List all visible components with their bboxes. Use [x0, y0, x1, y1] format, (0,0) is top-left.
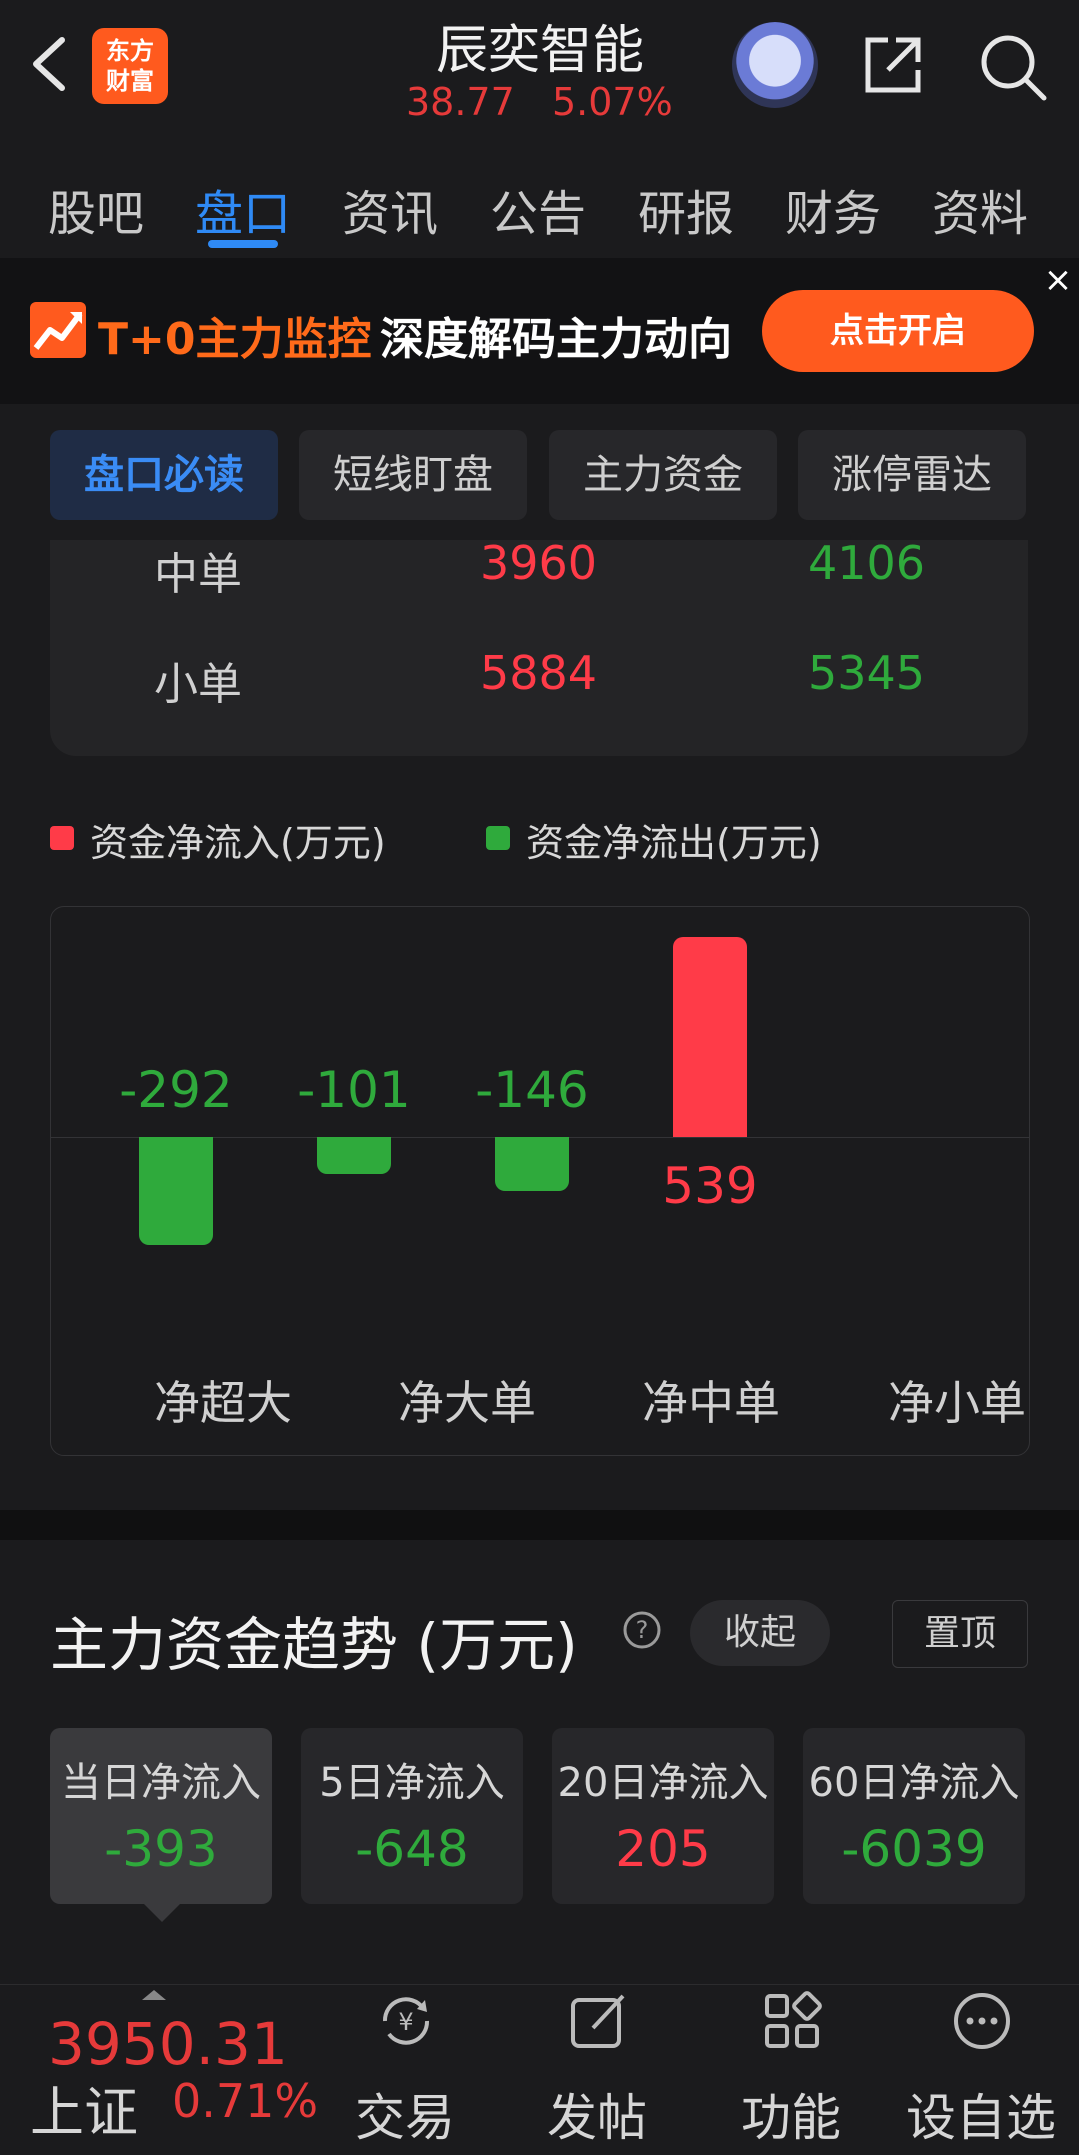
main-tabs: 股吧 盘口 资讯 公告 研报 财务 资料	[0, 140, 1079, 259]
nav-label: 交易	[355, 2089, 455, 2147]
collapse-button[interactable]: 收起	[690, 1600, 830, 1666]
nav-label: 发帖	[547, 2089, 647, 2147]
row-inflow: 5884	[480, 646, 598, 700]
share-icon[interactable]	[858, 30, 928, 100]
expand-caret-icon[interactable]	[142, 1990, 166, 2000]
bar-value-label: -101	[297, 1061, 411, 1119]
category-label: 净大单	[398, 1376, 536, 1430]
row-label: 小单	[154, 659, 242, 710]
flow-value: 205	[615, 1820, 711, 1878]
flow-label: 当日净流入	[61, 1760, 261, 1806]
flow-label: 60日净流入	[808, 1760, 1020, 1806]
bar-0	[139, 1137, 213, 1246]
svg-text:?: ?	[636, 1616, 649, 1644]
flow-card-5day[interactable]: 5日净流入 -648	[301, 1728, 523, 1904]
segment-must-read[interactable]: 盘口必读	[50, 430, 278, 520]
tab-research[interactable]: 研报	[638, 174, 734, 244]
bar-2	[495, 1137, 569, 1192]
nav-add-watchlist[interactable]: 设自选	[901, 1990, 1061, 2150]
legend-outflow-swatch	[486, 826, 510, 850]
tab-pankou[interactable]: 盘口	[195, 174, 291, 244]
row-label: 中单	[154, 549, 242, 600]
svg-text:¥: ¥	[398, 2008, 413, 2036]
segment-limit-radar[interactable]: 涨停雷达	[798, 430, 1026, 520]
row-inflow: 3960	[480, 536, 598, 590]
bar-1	[317, 1137, 391, 1175]
flow-value: -393	[104, 1820, 218, 1878]
category-label: 净小单	[888, 1376, 1026, 1430]
active-tab-indicator	[208, 240, 278, 248]
flow-label: 20日净流入	[557, 1760, 769, 1806]
stock-name: 辰奕智能	[435, 21, 644, 81]
flow-card-60day[interactable]: 60日净流入 -6039	[803, 1728, 1025, 1904]
tab-profile[interactable]: 资料	[932, 174, 1028, 244]
flow-card-20day[interactable]: 20日净流入 205	[552, 1728, 774, 1904]
order-table-card: 中单 3960 4106 小单 5884 5345	[50, 536, 1028, 756]
grid-apps-icon	[761, 1990, 823, 2052]
section-title: 主力资金趋势 (万元)	[50, 1611, 578, 1679]
legend-inflow-swatch	[50, 826, 74, 850]
tab-guba[interactable]: 股吧	[48, 174, 144, 244]
back-arrow-icon[interactable]	[26, 34, 70, 94]
edit-icon	[567, 1990, 629, 2052]
flow-value: -6039	[841, 1820, 987, 1878]
legend-outflow: 资金净流出(万元)	[526, 821, 822, 865]
flow-card-today[interactable]: 当日净流入 -393	[50, 1728, 272, 1904]
legend-inflow: 资金净流入(万元)	[90, 821, 386, 865]
bar-value-label: -146	[475, 1061, 589, 1119]
nav-label: 功能	[741, 2089, 841, 2147]
close-icon[interactable]: ×	[1040, 262, 1076, 298]
enable-button[interactable]: 点击开启	[762, 290, 1034, 372]
bar-value-label: 539	[662, 1157, 758, 1215]
pin-to-top-button[interactable]: 置顶	[892, 1600, 1028, 1668]
bar-value-label: -292	[119, 1061, 233, 1119]
trend-chart-icon	[30, 302, 86, 358]
section-divider	[0, 1510, 1079, 1540]
segment-short-watch[interactable]: 短线盯盘	[299, 430, 527, 520]
tab-finance[interactable]: 财务	[785, 174, 881, 244]
row-outflow: 4106	[808, 536, 926, 590]
index-name[interactable]: 上证	[30, 2068, 138, 2147]
flow-value: -648	[355, 1820, 469, 1878]
bar-3	[673, 937, 747, 1137]
banner-highlight-text: T+0主力监控	[98, 314, 372, 365]
category-label: 净中单	[642, 1376, 780, 1430]
search-icon[interactable]	[976, 30, 1048, 102]
tab-announcements[interactable]: 公告	[490, 174, 586, 244]
nav-trade[interactable]: ¥ 交易	[325, 1990, 485, 2150]
banner-text: 深度解码主力动向	[380, 314, 732, 365]
yen-exchange-icon: ¥	[375, 1990, 437, 2052]
category-label: 净超大	[154, 1376, 292, 1430]
row-outflow: 5345	[808, 646, 926, 700]
assistant-robot-icon[interactable]	[732, 22, 818, 108]
stock-change-percent: 5.07%	[552, 80, 673, 124]
app-logo[interactable]: 东方 财富	[92, 28, 168, 104]
more-dots-icon	[951, 1990, 1013, 2052]
net-flow-bar-chart: 净超大 净大单 净中单 净小单 -292 -101 -146 539	[50, 906, 1030, 1456]
nav-functions[interactable]: 功能	[711, 1990, 871, 2150]
nav-post[interactable]: 发帖	[517, 1990, 677, 2150]
tab-news[interactable]: 资讯	[342, 174, 438, 244]
logo-line1: 东方	[106, 37, 154, 65]
active-card-pointer	[142, 1902, 182, 1922]
segment-main-funds[interactable]: 主力资金	[549, 430, 777, 520]
flow-label: 5日净流入	[319, 1760, 505, 1806]
logo-line2: 财富	[106, 67, 154, 95]
help-icon[interactable]: ?	[622, 1610, 662, 1650]
nav-label: 设自选	[906, 2089, 1056, 2147]
stock-price: 38.77	[406, 80, 515, 124]
index-change-percent[interactable]: 0.71%	[172, 2074, 318, 2128]
